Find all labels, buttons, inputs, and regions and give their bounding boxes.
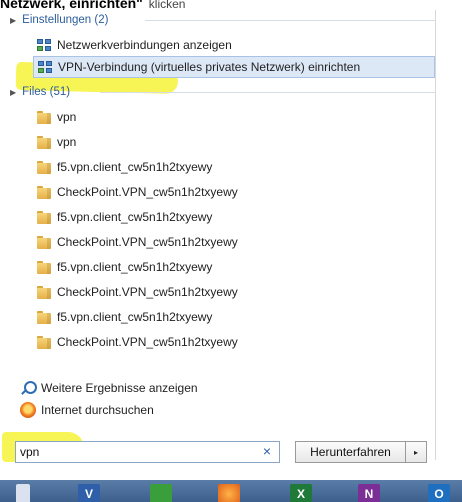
- setting-item-label: Netzwerkverbindungen anzeigen: [57, 38, 232, 52]
- file-item-label: vpn: [57, 110, 77, 124]
- file-item[interactable]: f5.vpn.client_cw5n1h2txyewy: [36, 156, 212, 178]
- group-header-files[interactable]: ▶ Files (51): [10, 84, 435, 100]
- file-item-label: f5.vpn.client_cw5n1h2txyewy: [57, 260, 213, 274]
- network-icon: [37, 59, 53, 75]
- file-item-label: CheckPoint.VPN_cw5n1h2txyewy: [57, 335, 238, 349]
- windows-start-icon[interactable]: [16, 484, 30, 502]
- file-item-label: vpn: [57, 135, 77, 149]
- folder-icon: [36, 234, 52, 250]
- file-item[interactable]: vpn: [36, 106, 76, 128]
- file-item[interactable]: CheckPoint.VPN_cw5n1h2txyewy: [36, 231, 238, 253]
- divider: [145, 20, 435, 21]
- group-header-settings[interactable]: ▶ Einstellungen (2): [10, 12, 435, 28]
- store-icon[interactable]: [150, 484, 172, 502]
- file-item[interactable]: vpn: [36, 131, 76, 153]
- start-search-panel: ▶ Einstellungen (2) Netzwerkverbindungen…: [0, 10, 436, 460]
- file-item[interactable]: CheckPoint.VPN_cw5n1h2txyewy: [36, 331, 238, 353]
- clear-icon[interactable]: ×: [263, 443, 271, 459]
- folder-icon: [36, 134, 52, 150]
- folder-icon: [36, 334, 52, 350]
- onenote-icon[interactable]: N: [358, 484, 380, 502]
- file-item-label: f5.vpn.client_cw5n1h2txyewy: [57, 210, 213, 224]
- folder-icon: [36, 109, 52, 125]
- expand-triangle-icon: ▶: [10, 15, 17, 25]
- file-item-label: f5.vpn.client_cw5n1h2txyewy: [57, 310, 213, 324]
- file-item[interactable]: f5.vpn.client_cw5n1h2txyewy: [36, 306, 212, 328]
- file-item[interactable]: f5.vpn.client_cw5n1h2txyewy: [36, 256, 212, 278]
- divider: [100, 92, 435, 93]
- shutdown-options-button[interactable]: ▸: [406, 441, 427, 463]
- file-item-label: CheckPoint.VPN_cw5n1h2txyewy: [57, 285, 238, 299]
- group-header-label: Einstellungen (2): [22, 14, 109, 26]
- search-box[interactable]: ×: [15, 441, 280, 463]
- search-input[interactable]: [20, 444, 250, 460]
- file-item[interactable]: CheckPoint.VPN_cw5n1h2txyewy: [36, 181, 238, 203]
- file-item-label: f5.vpn.client_cw5n1h2txyewy: [57, 160, 213, 174]
- search-icon: [20, 380, 37, 396]
- setting-item-network-connections[interactable]: Netzwerkverbindungen anzeigen: [36, 34, 232, 56]
- folder-icon: [36, 209, 52, 225]
- excel-icon[interactable]: X: [290, 484, 312, 502]
- folder-icon: [36, 309, 52, 325]
- internet-explorer-icon: [20, 402, 36, 418]
- web-search-label: Internet durchsuchen: [41, 403, 154, 417]
- folder-icon: [36, 159, 52, 175]
- visio-icon[interactable]: V: [78, 484, 100, 502]
- more-results-label: Weitere Ergebnisse anzeigen: [41, 381, 198, 395]
- setting-item-vpn-setup[interactable]: VPN-Verbindung (virtuelles privates Netz…: [33, 56, 435, 78]
- web-search-link[interactable]: Internet durchsuchen: [20, 399, 154, 421]
- file-item-label: CheckPoint.VPN_cw5n1h2txyewy: [57, 235, 238, 249]
- expand-triangle-icon: ▶: [10, 87, 17, 97]
- group-header-label: Files (51): [22, 86, 71, 98]
- file-item[interactable]: CheckPoint.VPN_cw5n1h2txyewy: [36, 281, 238, 303]
- network-icon: [36, 37, 52, 53]
- search-row: × Herunterfahren ▸: [0, 437, 436, 465]
- setting-item-label: VPN-Verbindung (virtuelles privates Netz…: [58, 60, 361, 74]
- taskbar: V X N O: [0, 480, 462, 502]
- folder-icon: [36, 259, 52, 275]
- file-item[interactable]: f5.vpn.client_cw5n1h2txyewy: [36, 206, 212, 228]
- more-results-link[interactable]: Weitere Ergebnisse anzeigen: [20, 377, 198, 399]
- firefox-icon[interactable]: [218, 484, 240, 502]
- folder-icon: [36, 284, 52, 300]
- folder-icon: [36, 184, 52, 200]
- shutdown-button[interactable]: Herunterfahren: [295, 441, 406, 463]
- outlook-icon[interactable]: O: [428, 484, 450, 502]
- file-item-label: CheckPoint.VPN_cw5n1h2txyewy: [57, 185, 238, 199]
